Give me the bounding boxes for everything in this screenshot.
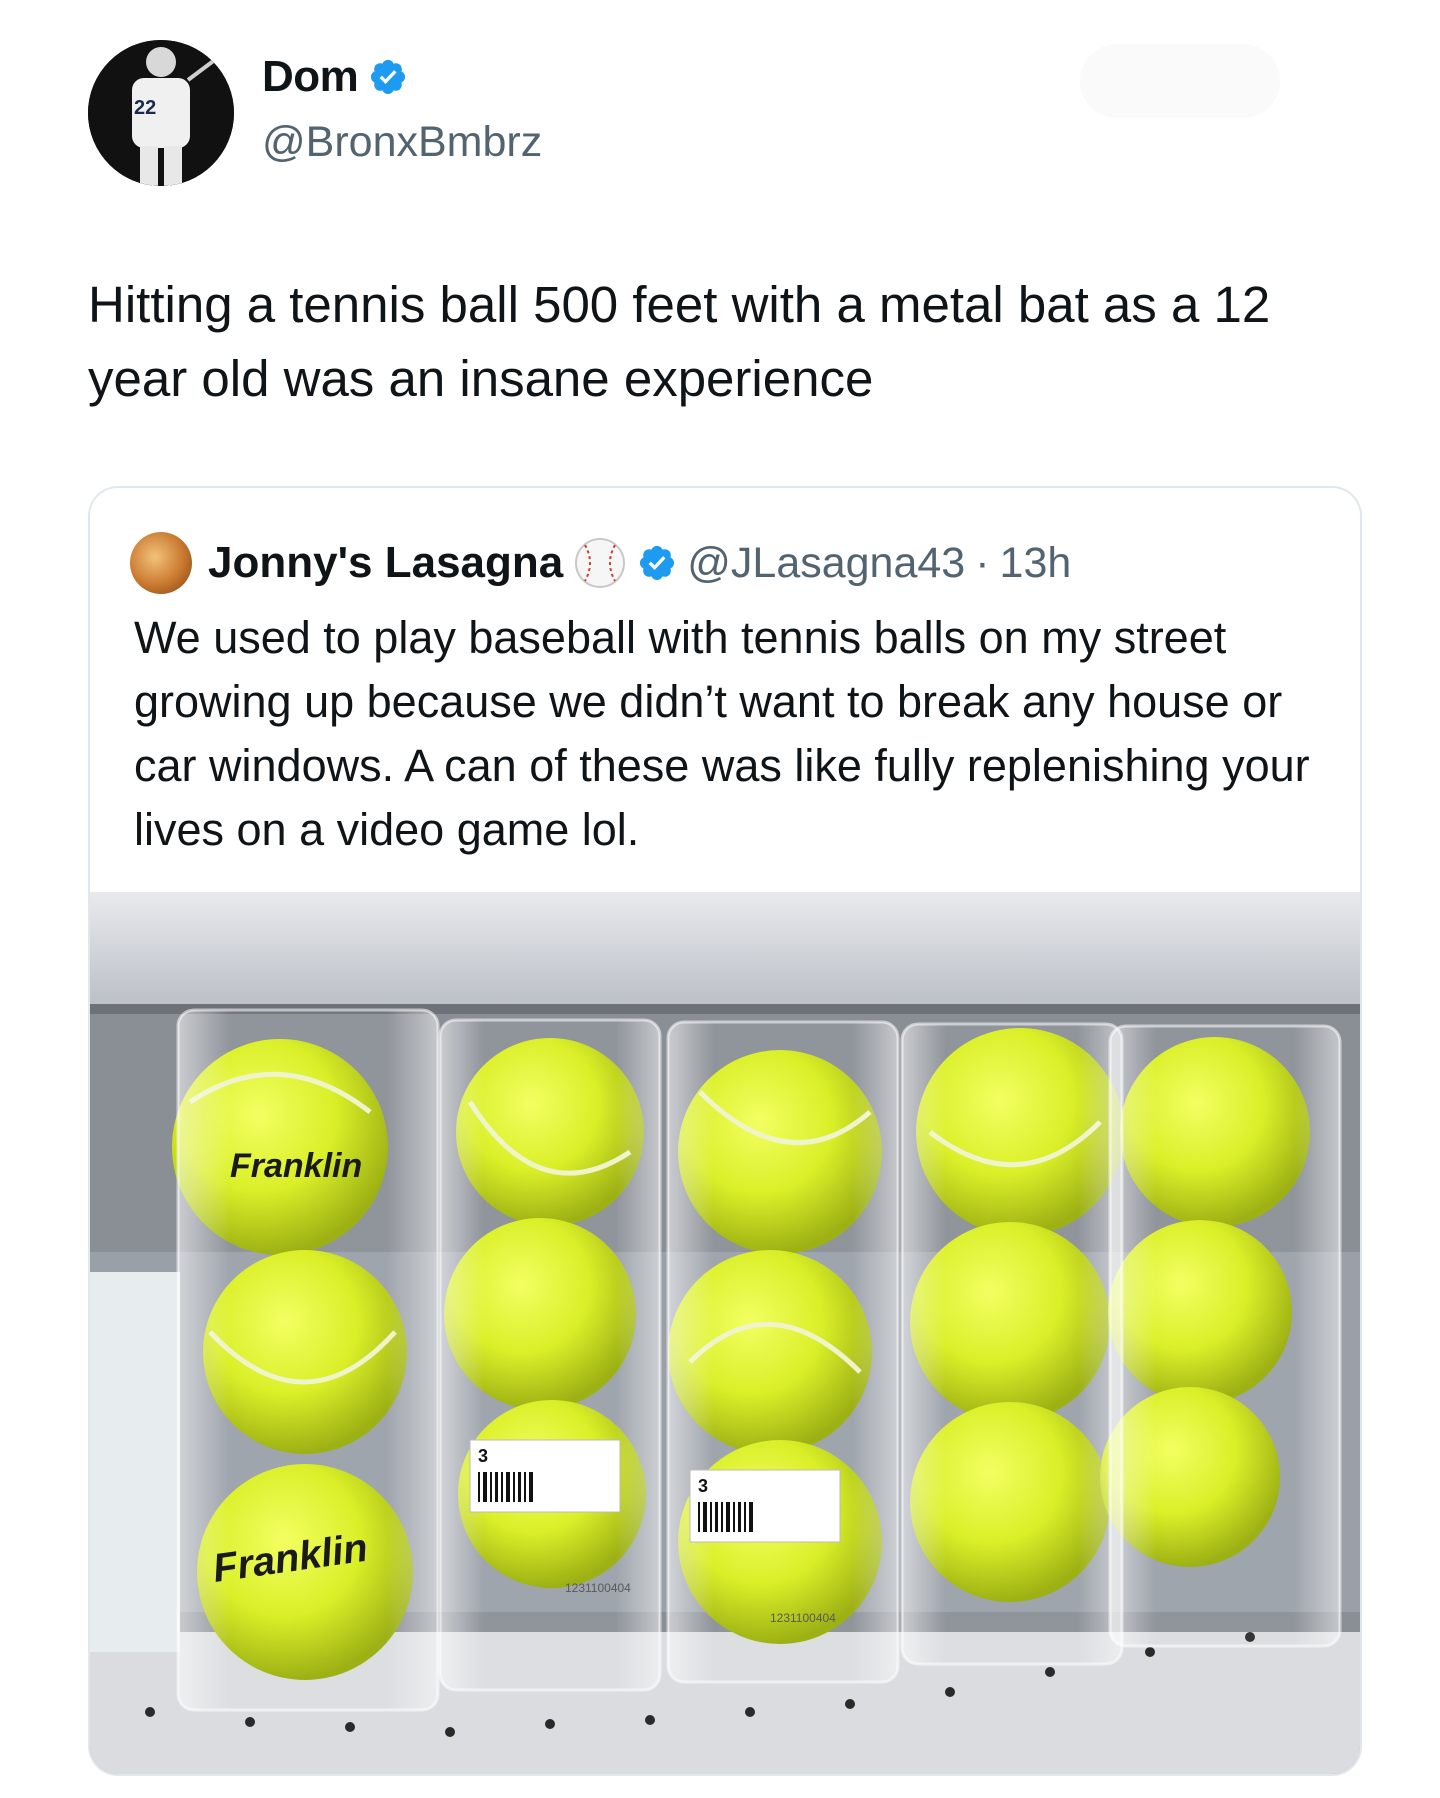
- quoted-tweet-text: We used to play baseball with tennis bal…: [134, 612, 1310, 855]
- quoted-author-handle[interactable]: @JLasagna43: [687, 539, 965, 588]
- brand-label-1: Franklin: [230, 1147, 362, 1185]
- tweet-text: Hitting a tennis ball 500 feet with a me…: [88, 276, 1271, 407]
- pack-label-1: 3: [478, 1446, 488, 1466]
- avatar-jersey-number: 22: [134, 97, 156, 119]
- author-avatar[interactable]: 22: [88, 40, 234, 186]
- quoted-author-name[interactable]: Jonny's Lasagna: [208, 538, 563, 588]
- upper-shelf: [90, 892, 1360, 1012]
- plastic-tubes: [176, 1008, 1342, 1712]
- meta-separator: ·: [975, 538, 990, 587]
- verified-badge-icon: [371, 59, 406, 95]
- baseball-icon: [575, 538, 626, 588]
- avatar-player-image: 22: [88, 40, 234, 186]
- author-name-row: Dom: [262, 52, 408, 102]
- tennis-balls-photo[interactable]: Franklin Franklin 3 1231100404 3 1231100…: [90, 892, 1360, 1774]
- author-name[interactable]: Dom: [262, 52, 359, 102]
- quoted-timestamp[interactable]: 13h: [1000, 539, 1072, 588]
- author-handle[interactable]: @BronxBmbrz: [262, 118, 542, 167]
- quoted-tweet-card[interactable]: Jonny's Lasagna @JLasagna43 · 13h We use…: [88, 486, 1362, 1776]
- barcode-number-2: 1231100404: [770, 1611, 836, 1625]
- pack-label-2: 3: [698, 1476, 708, 1496]
- barcode-sticker-2: 3: [689, 1469, 841, 1543]
- barcode-sticker-1: 3: [469, 1439, 621, 1513]
- follow-button-placeholder: [1080, 44, 1280, 118]
- quoted-author-avatar[interactable]: [130, 532, 192, 594]
- quoted-tweet-header: Jonny's Lasagna @JLasagna43 · 13h: [130, 532, 1071, 594]
- barcode-number-1: 1231100404: [565, 1581, 631, 1595]
- verified-badge-icon: [640, 545, 675, 581]
